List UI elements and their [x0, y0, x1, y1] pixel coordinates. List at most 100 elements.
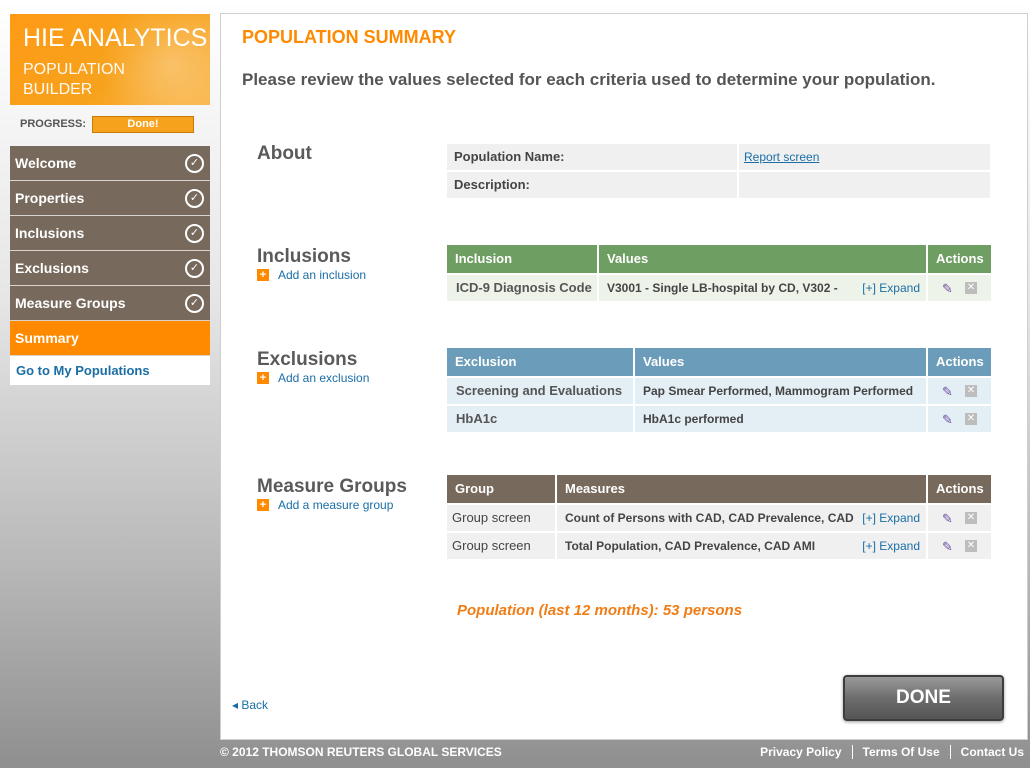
brand-title: HIE ANALYTICS — [23, 24, 208, 52]
table-header: Exclusion Values Actions — [447, 348, 991, 376]
contact-us-link[interactable]: Contact Us — [951, 745, 1024, 759]
delete-icon[interactable]: ✕ — [964, 385, 977, 397]
about-row: Description: — [447, 172, 990, 198]
inclusions-title: Inclusions — [257, 246, 351, 267]
table-row: Group screen Count of Persons with CAD, … — [447, 505, 991, 531]
sidebar-item-exclusions[interactable]: Exclusions ✓ — [10, 251, 210, 286]
check-circle-icon: ✓ — [185, 153, 204, 173]
back-label: Back — [241, 698, 269, 712]
page-title: POPULATION SUMMARY — [242, 27, 456, 47]
group-measures: Count of Persons with CAD, CAD Prevalenc… — [557, 505, 928, 531]
plus-icon: + — [257, 499, 269, 511]
column-header: Group — [447, 475, 557, 503]
main-panel: POPULATION SUMMARY Please review the val… — [220, 13, 1028, 740]
done-button[interactable]: DONE — [843, 675, 1004, 721]
add-inclusion-link[interactable]: + Add an inclusion — [257, 268, 366, 282]
exclusion-name: Screening and Evaluations — [447, 378, 635, 404]
sidebar-item-label: Properties — [15, 190, 85, 206]
table-row: Screening and Evaluations Pap Smear Perf… — [447, 378, 991, 404]
description-label: Description: — [447, 172, 737, 198]
column-header: Exclusion — [447, 348, 635, 376]
copyright: © 2012 THOMSON REUTERS GLOBAL SERVICES — [220, 745, 502, 759]
plus-icon: + — [257, 269, 269, 281]
about-title: About — [257, 143, 312, 164]
description-value — [739, 172, 990, 198]
table-row: ICD-9 Diagnosis Code V3001 - Single LB-h… — [447, 275, 991, 301]
progress-label: PROGRESS: — [20, 118, 87, 130]
group-name: Group screen — [447, 533, 557, 559]
column-header: Inclusion — [447, 245, 599, 273]
sidebar-item-welcome[interactable]: Welcome ✓ — [10, 146, 210, 181]
exclusions-title: Exclusions — [257, 349, 358, 370]
group-measures: Total Population, CAD Prevalence, CAD AM… — [557, 533, 928, 559]
add-exclusion-label: Add an exclusion — [278, 371, 370, 385]
sidebar-item-inclusions[interactable]: Inclusions ✓ — [10, 216, 210, 251]
sidebar-item-label: Inclusions — [15, 225, 85, 241]
table-row: Group screen Total Population, CAD Preva… — [447, 533, 991, 559]
values-text: V3001 - Single LB-hospital by CD, V302 - — [607, 281, 838, 295]
progress-indicator: PROGRESS: Done! — [10, 113, 210, 135]
sidebar-item-label: Welcome — [15, 155, 77, 171]
exclusion-values: Pap Smear Performed, Mammogram Performed — [635, 378, 928, 404]
values-text: Pap Smear Performed, Mammogram Performed — [643, 384, 914, 398]
check-circle-icon: ✓ — [185, 223, 204, 243]
add-measure-group-link[interactable]: + Add a measure group — [257, 498, 393, 512]
terms-of-use-link[interactable]: Terms Of Use — [853, 745, 951, 759]
exclusion-values: HbA1c performed — [635, 406, 928, 432]
sidebar-item-label: Measure Groups — [15, 295, 126, 311]
expand-link[interactable]: [+] Expand — [862, 533, 920, 559]
sidebar-item-properties[interactable]: Properties ✓ — [10, 181, 210, 216]
check-circle-icon: ✓ — [185, 293, 204, 313]
brand-subtitle: POPULATION BUILDER — [23, 61, 125, 98]
population-name-label: Population Name: — [447, 144, 737, 170]
footer-links: Privacy Policy Terms Of Use Contact Us — [750, 745, 1024, 759]
table-header: Group Measures Actions — [447, 475, 991, 503]
column-header: Values — [599, 245, 928, 273]
check-circle-icon: ✓ — [185, 188, 204, 208]
delete-icon[interactable]: ✕ — [964, 282, 977, 294]
brand-banner: HIE ANALYTICS POPULATION BUILDER — [10, 14, 210, 105]
exclusion-name: HbA1c — [447, 406, 635, 432]
back-link[interactable]: ◂ Back — [232, 698, 268, 712]
expand-link[interactable]: [+] Expand — [862, 505, 920, 531]
pencil-icon[interactable]: ✎ — [942, 385, 953, 398]
delete-icon[interactable]: ✕ — [964, 540, 977, 552]
measure-groups-table: Group Measures Actions Group screen Coun… — [447, 475, 991, 559]
delete-icon[interactable]: ✕ — [964, 512, 977, 524]
sidebar-item-measure-groups[interactable]: Measure Groups ✓ — [10, 286, 210, 321]
pencil-icon[interactable]: ✎ — [942, 512, 953, 525]
add-measure-group-label: Add a measure group — [278, 498, 394, 512]
inclusion-name: ICD-9 Diagnosis Code — [447, 275, 599, 301]
row-actions: ✎ ✕ — [928, 275, 991, 301]
column-header: Actions — [928, 245, 991, 273]
values-text: Total Population, CAD Prevalence, CAD AM… — [565, 539, 816, 553]
add-exclusion-link[interactable]: + Add an exclusion — [257, 371, 369, 385]
sidebar-nav: Welcome ✓ Properties ✓ Inclusions ✓ Excl… — [10, 146, 210, 385]
pencil-icon[interactable]: ✎ — [942, 540, 953, 553]
expand-link[interactable]: [+] Expand — [862, 275, 920, 301]
measure-groups-title: Measure Groups — [257, 476, 407, 497]
group-name: Group screen — [447, 505, 557, 531]
my-populations-link[interactable]: Go to My Populations — [10, 356, 210, 385]
column-header: Actions — [928, 348, 991, 376]
delete-icon[interactable]: ✕ — [964, 413, 977, 425]
exclusions-table: Exclusion Values Actions Screening and E… — [447, 348, 991, 432]
table-row: HbA1c HbA1c performed ✎ ✕ — [447, 406, 991, 432]
check-circle-icon: ✓ — [185, 258, 204, 278]
privacy-policy-link[interactable]: Privacy Policy — [750, 745, 853, 759]
values-text: HbA1c performed — [643, 412, 744, 426]
sidebar-item-summary[interactable]: Summary — [10, 321, 210, 356]
column-header: Actions — [928, 475, 991, 503]
column-header: Measures — [557, 475, 928, 503]
population-name-link[interactable]: Report screen — [739, 144, 990, 170]
pencil-icon[interactable]: ✎ — [942, 282, 953, 295]
sidebar-item-label: Summary — [15, 330, 79, 346]
table-header: Inclusion Values Actions — [447, 245, 991, 273]
chevron-left-icon: ◂ — [232, 698, 242, 712]
about-table: Population Name: Report screen Descripti… — [447, 144, 990, 200]
values-text: Count of Persons with CAD, CAD Prevalenc… — [565, 511, 854, 525]
pencil-icon[interactable]: ✎ — [942, 413, 953, 426]
inclusion-values: V3001 - Single LB-hospital by CD, V302 -… — [599, 275, 928, 301]
row-actions: ✎ ✕ — [928, 533, 991, 559]
row-actions: ✎ ✕ — [928, 378, 991, 404]
